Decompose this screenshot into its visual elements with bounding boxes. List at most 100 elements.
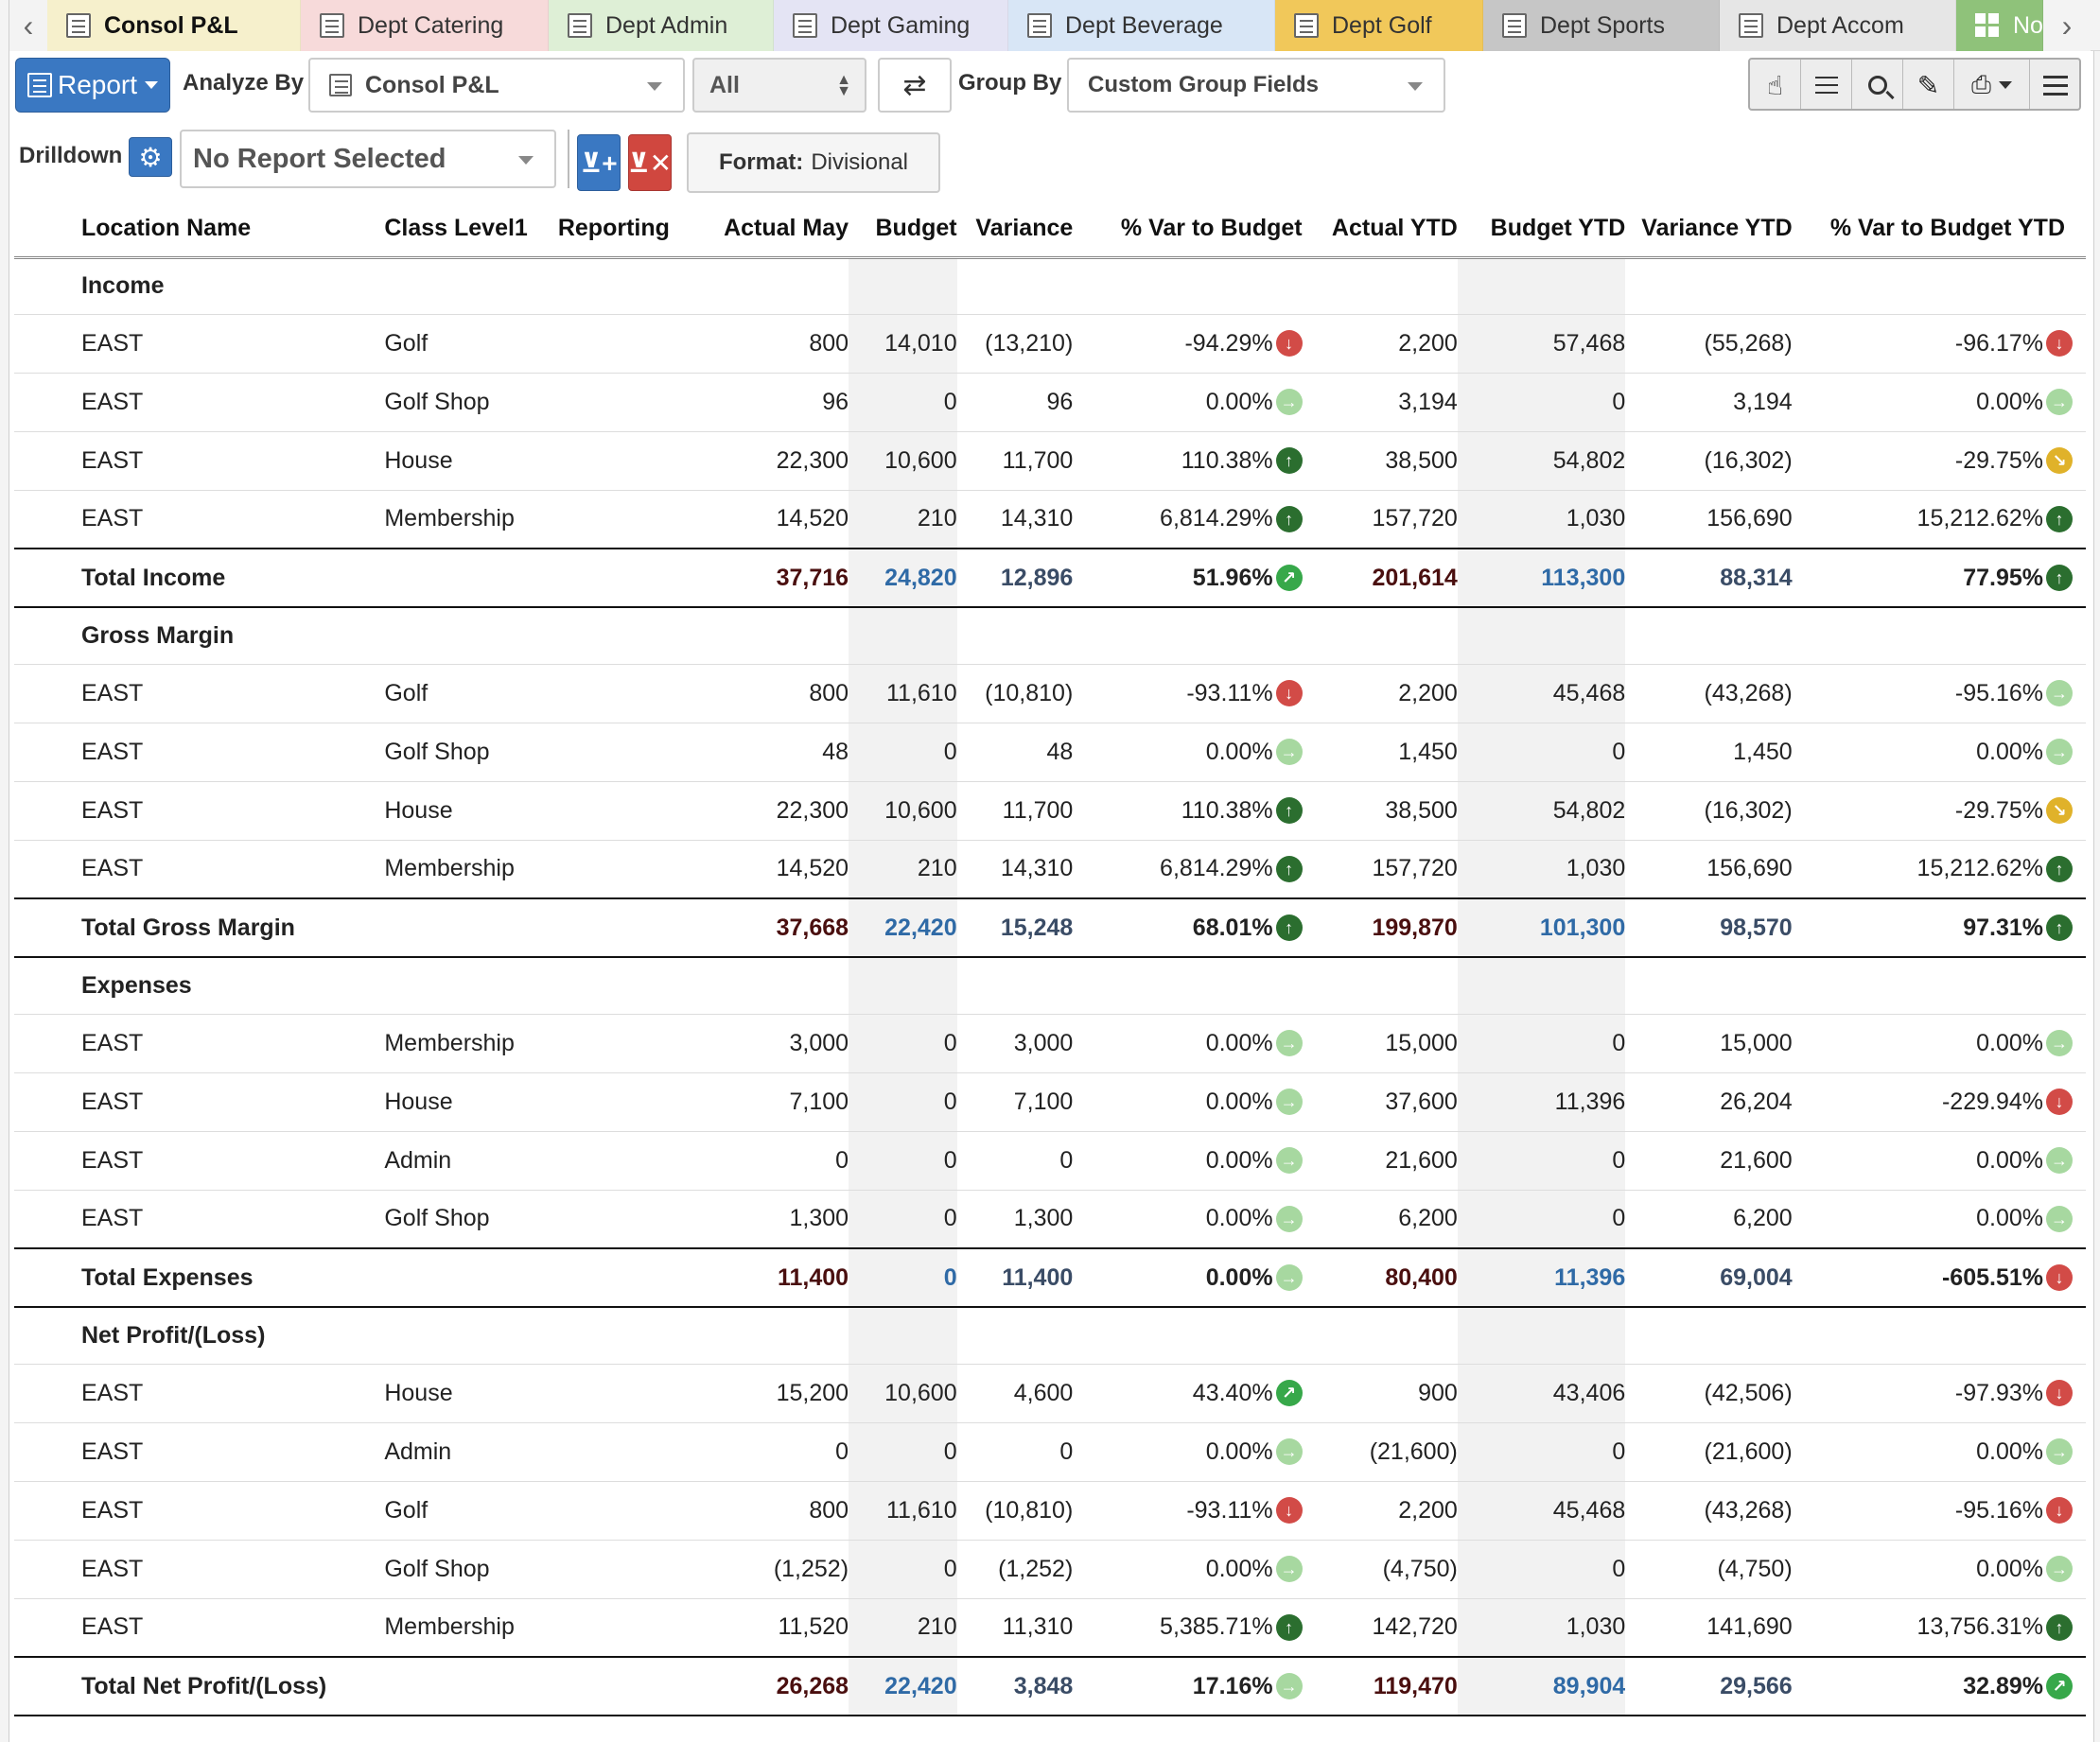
menu-button[interactable] bbox=[2030, 60, 2079, 109]
table-row[interactable]: EAST House 7,100 0 7,100 0.00% → 37,600 11,396 26… bbox=[14, 1072, 2086, 1132]
search-button[interactable] bbox=[1852, 60, 1903, 109]
location-cell: EAST bbox=[80, 1014, 385, 1073]
table-row[interactable]: EAST Admin 0 0 0 0.00% → (21,600) 0 (21,600) 0.00%… bbox=[14, 1422, 2086, 1482]
column-header[interactable]: Variance bbox=[956, 200, 1074, 259]
variance-ytd-cell: (43,268) bbox=[1625, 1481, 1793, 1541]
tab-scroll-left-icon[interactable]: ‹ bbox=[9, 0, 47, 51]
budget-ytd-cell: 1,030 bbox=[1457, 490, 1626, 549]
pct-ytd-cell: 97.31% ↑ bbox=[1792, 897, 2086, 958]
add-filter-button[interactable]: ⊻+ bbox=[577, 134, 621, 191]
total-row[interactable]: Total Expenses 11,400 0 11,400 0.00% → 80,400 1… bbox=[14, 1247, 2086, 1308]
format-button[interactable]: Format: Divisional bbox=[687, 132, 940, 193]
analyze-by-select[interactable]: Consol P&L bbox=[308, 58, 685, 113]
swap-button[interactable]: ⇄ bbox=[878, 58, 952, 113]
actual-ytd-cell: 157,720 bbox=[1302, 490, 1458, 549]
filter-select[interactable]: All ▲ ▼ bbox=[692, 58, 866, 113]
table-row[interactable]: EAST Membership 11,520 210 11,310 5,385.71% ↑ 1… bbox=[14, 1598, 2086, 1658]
column-header[interactable]: Actual May bbox=[693, 200, 849, 259]
table-row[interactable]: EAST Admin 0 0 0 0.00% → 21,600 0 21,600 0.00% → bbox=[14, 1131, 2086, 1191]
pct-value: 0.00% bbox=[1976, 1555, 2043, 1582]
table-row[interactable]: EAST Golf 800 14,010 (13,210) -94.29% ↓ 2,200 57… bbox=[14, 314, 2086, 374]
tab-7[interactable]: Dept Accom bbox=[1720, 0, 1956, 51]
clear-filter-button[interactable]: ⊻✕ bbox=[628, 134, 672, 191]
tab-1[interactable]: Dept Catering bbox=[301, 0, 549, 51]
actual-cell: 0 bbox=[693, 1131, 849, 1191]
spacer bbox=[14, 957, 81, 1015]
actual-ytd-cell: 900 bbox=[1302, 1364, 1458, 1423]
variance-cell: 11,310 bbox=[956, 1598, 1074, 1658]
actual-ytd-cell: 38,500 bbox=[1302, 781, 1458, 841]
table-row[interactable]: EAST Golf Shop 96 0 96 0.00% → 3,194 0 3,194 0.00%… bbox=[14, 373, 2086, 432]
total-label: Total Net Profit/(Loss) bbox=[80, 1656, 694, 1716]
total-row[interactable]: Total Gross Margin 37,668 22,420 15,248 68.0… bbox=[14, 897, 2086, 958]
edit-button[interactable]: ✎ bbox=[1903, 60, 1954, 109]
column-header[interactable]: Budget bbox=[849, 200, 957, 259]
drilldown-report-select[interactable]: No Report Selected bbox=[180, 130, 556, 188]
spacer bbox=[14, 1364, 81, 1423]
table-row[interactable]: EAST Membership 3,000 0 3,000 0.00% → 15,000 0 15… bbox=[14, 1014, 2086, 1073]
hamburger-menu-icon bbox=[2043, 83, 2068, 87]
table-row[interactable]: EAST Golf Shop 48 0 48 0.00% → 1,450 0 1,450 0.00%… bbox=[14, 723, 2086, 782]
actual-ytd-cell: 2,200 bbox=[1302, 1481, 1458, 1541]
table-row[interactable]: EAST House 22,300 10,600 11,700 110.38% ↑ 38,50… bbox=[14, 781, 2086, 841]
location-cell: EAST bbox=[80, 431, 385, 491]
variance-cell: 14,310 bbox=[956, 840, 1074, 899]
actual-cell: 22,300 bbox=[693, 431, 849, 491]
table-row[interactable]: EAST Membership 14,520 210 14,310 6,814.29% ↑ 1… bbox=[14, 490, 2086, 549]
tab-3[interactable]: Dept Gaming bbox=[774, 0, 1008, 51]
section-header-row: Gross Margin bbox=[14, 607, 2086, 665]
column-header[interactable]: Actual YTD bbox=[1302, 200, 1458, 259]
budget-cell: 0 bbox=[849, 1422, 957, 1482]
column-header[interactable]: Location Name bbox=[80, 200, 385, 259]
total-row[interactable]: Total Income 37,716 24,820 12,896 51.96% ↗ 201… bbox=[14, 548, 2086, 608]
chevron-down-icon bbox=[1408, 82, 1423, 91]
pct-cell: -93.11% ↓ bbox=[1073, 664, 1303, 723]
column-header[interactable]: % Var to Budget bbox=[1073, 200, 1303, 259]
table-row[interactable]: EAST Membership 14,520 210 14,310 6,814.29% ↑ 1… bbox=[14, 840, 2086, 899]
list-icon bbox=[1294, 13, 1319, 38]
sort-button[interactable] bbox=[1801, 60, 1852, 109]
total-label: Total Gross Margin bbox=[80, 897, 694, 958]
table-row[interactable]: EAST Golf Shop (1,252) 0 (1,252) 0.00% → (4,750… bbox=[14, 1540, 2086, 1599]
column-header[interactable]: Reporting bbox=[557, 200, 694, 259]
tab-2[interactable]: Dept Admin bbox=[549, 0, 774, 51]
print-button[interactable]: ⎙ bbox=[1954, 60, 2030, 109]
table-row[interactable]: EAST House 22,300 10,600 11,700 110.38% ↑ 38,50… bbox=[14, 431, 2086, 491]
gear-icon: ⚙ bbox=[138, 142, 163, 172]
touch-mode-button[interactable]: ☝ bbox=[1750, 60, 1801, 109]
column-header[interactable]: Variance YTD bbox=[1625, 200, 1793, 259]
drilldown-settings-button[interactable]: ⚙ bbox=[129, 137, 172, 177]
tab-5[interactable]: Dept Golf bbox=[1275, 0, 1483, 51]
pct-ytd-cell: -95.16% → bbox=[1792, 664, 2086, 723]
pct-cell: 0.00% → bbox=[1073, 1540, 1303, 1599]
column-header[interactable]: % Var to Budget YTD bbox=[1792, 200, 2086, 259]
actual-cell: 15,200 bbox=[693, 1364, 849, 1423]
tab-4[interactable]: Dept Beverage bbox=[1008, 0, 1275, 51]
tab-6[interactable]: Dept Sports bbox=[1483, 0, 1720, 51]
table-row[interactable]: EAST Golf 800 11,610 (10,810) -93.11% ↓ 2,200 45… bbox=[14, 1481, 2086, 1541]
budget-ytd-cell: 0 bbox=[1457, 1422, 1626, 1482]
right-scroll-edge[interactable] bbox=[2093, 51, 2100, 1742]
table-row[interactable]: EAST House 15,200 10,600 4,600 43.40% ↗ 900 43,4… bbox=[14, 1364, 2086, 1423]
variance-ytd-cell: (42,506) bbox=[1625, 1364, 1793, 1423]
table-row[interactable]: EAST Golf Shop 1,300 0 1,300 0.00% → 6,200 0 6,20… bbox=[14, 1190, 2086, 1249]
arrow-downright-icon: ↘ bbox=[2046, 447, 2073, 474]
tab-scroll-right-icon[interactable]: › bbox=[2043, 0, 2091, 51]
table-row[interactable]: EAST Golf 800 11,610 (10,810) -93.11% ↓ 2,200 45… bbox=[14, 664, 2086, 723]
total-row[interactable]: Total Net Profit/(Loss) 26,268 22,420 3,848… bbox=[14, 1656, 2086, 1716]
column-header[interactable]: Budget YTD bbox=[1457, 200, 1626, 259]
spacer bbox=[14, 723, 81, 782]
variance-ytd-cell: 156,690 bbox=[1625, 840, 1793, 899]
tab-label: Consol P&L bbox=[104, 11, 238, 39]
class-cell: Admin bbox=[384, 1131, 558, 1191]
column-header[interactable]: Class Level1 bbox=[384, 200, 558, 259]
empty-cell bbox=[1457, 1307, 1626, 1365]
pct-value: 68.01% bbox=[1192, 914, 1273, 941]
report-menu-button[interactable]: Report bbox=[15, 58, 170, 113]
tab-8[interactable]: Note bbox=[1956, 0, 2043, 51]
group-by-select[interactable]: Custom Group Fields bbox=[1067, 58, 1445, 113]
pct-value: 0.00% bbox=[1205, 1146, 1273, 1174]
arrow-up-icon: ↑ bbox=[1275, 915, 1303, 941]
actual-ytd-cell: 157,720 bbox=[1302, 840, 1458, 899]
tab-0[interactable]: Consol P&L bbox=[47, 0, 301, 51]
